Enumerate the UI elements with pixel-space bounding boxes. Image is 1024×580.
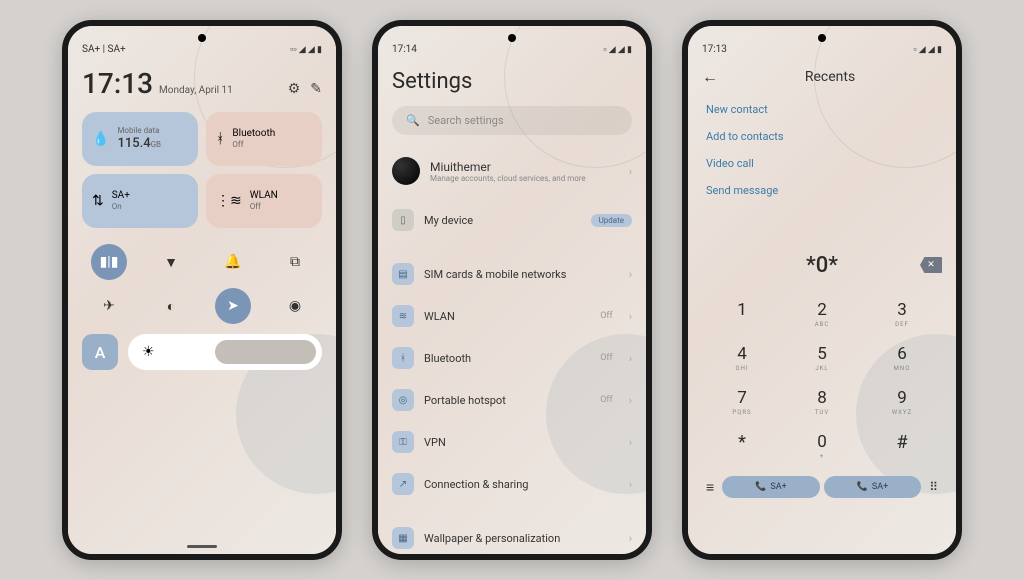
item-bluetooth[interactable]: ᚼ Bluetooth Off ›	[392, 337, 632, 379]
phone-icon: 📞	[755, 482, 766, 492]
sun-icon: ☀	[142, 344, 155, 360]
key-0[interactable]: 0+	[790, 426, 854, 466]
phone-settings: 17:14 ▫ ◢ ◢ ▮ Settings 🔍 Search settings…	[372, 20, 652, 560]
key-7[interactable]: 7PQRS	[710, 382, 774, 422]
status-icons: ▫ ◢ ◢ ▮	[913, 44, 942, 55]
menu-add-contacts[interactable]: Add to contacts	[706, 130, 938, 143]
status-icons: ▫ ◢ ◢ ▮	[603, 44, 632, 55]
item-vpn[interactable]: ⚿ VPN ›	[392, 421, 632, 463]
tile-sa[interactable]: ⇅ SA+ On	[82, 174, 198, 228]
page-title: Settings	[392, 69, 632, 94]
location-toggle[interactable]: ➤	[215, 288, 251, 324]
drag-handle[interactable]	[187, 545, 217, 548]
phone-dialer: 17:13 ▫ ◢ ◢ ▮ ← Recents New contact Add …	[682, 20, 962, 560]
status-time: 17:13	[702, 44, 727, 55]
wallpaper-icon: ▦	[392, 527, 414, 549]
chevron-right-icon: ›	[629, 352, 632, 365]
chevron-right-icon: ›	[629, 436, 632, 449]
key-6[interactable]: 6MNO	[870, 338, 934, 378]
tile-mobile-data[interactable]: 💧 Mobile data 115.4GB	[82, 112, 198, 166]
key-hash[interactable]: #	[870, 426, 934, 466]
key-5[interactable]: 5JKL	[790, 338, 854, 378]
bluetooth-icon: ᚼ	[392, 347, 414, 369]
menu-new-contact[interactable]: New contact	[706, 103, 938, 116]
key-8[interactable]: 8TUV	[790, 382, 854, 422]
item-my-device[interactable]: ▯ My device Update	[392, 199, 632, 241]
phone-icon: 📞	[857, 482, 868, 492]
share-icon: ↗	[392, 473, 414, 495]
settings-icon[interactable]: ⚙	[288, 81, 301, 97]
key-star[interactable]: *	[710, 426, 774, 466]
vibrate-toggle[interactable]: ▮|▮	[91, 244, 127, 280]
menu-icon[interactable]: ≡	[706, 479, 714, 496]
airplane-toggle[interactable]: ✈	[91, 288, 127, 324]
status-bar: 17:13 ▫ ◢ ◢ ▮	[702, 44, 942, 55]
dnd-toggle[interactable]: 🔔	[215, 244, 251, 280]
brightness-slider[interactable]: ☀	[128, 334, 322, 370]
avatar	[392, 157, 420, 185]
clock-date: Monday, April 11	[159, 85, 233, 96]
status-bar: SA+ | SA+ ▫▫ ◢ ◢ ▮	[82, 44, 322, 55]
hotspot-icon: ◎	[392, 389, 414, 411]
status-icons: ▫▫ ◢ ◢ ▮	[290, 44, 322, 55]
menu-send-message[interactable]: Send message	[706, 184, 938, 197]
flashlight-toggle[interactable]: ▼	[153, 244, 189, 280]
chevron-right-icon: ›	[629, 165, 632, 178]
chevron-right-icon: ›	[629, 394, 632, 407]
menu-video-call[interactable]: Video call	[706, 157, 938, 170]
phone-icon: ▯	[392, 209, 414, 231]
status-time: 17:14	[392, 44, 417, 55]
page-title: Recents	[738, 69, 922, 85]
phone-quicksettings: SA+ | SA+ ▫▫ ◢ ◢ ▮ 17:13 Monday, April 1…	[62, 20, 342, 560]
screenshot-toggle[interactable]: ⧉	[277, 244, 313, 280]
item-connection[interactable]: ↗ Connection & sharing ›	[392, 463, 632, 505]
chevron-right-icon: ›	[629, 268, 632, 281]
tile-wlan[interactable]: ⋮≋ WLAN Off	[206, 174, 322, 228]
search-icon: 🔍	[406, 114, 420, 127]
dialpad-icon[interactable]: ⠿	[929, 480, 938, 494]
item-wallpaper[interactable]: ▦ Wallpaper & personalization ›	[392, 517, 632, 554]
update-badge: Update	[591, 214, 632, 227]
auto-brightness-button[interactable]: A	[82, 334, 118, 370]
tile-bluetooth[interactable]: ᚼ Bluetooth Off	[206, 112, 322, 166]
search-input[interactable]: 🔍 Search settings	[392, 106, 632, 135]
status-carrier: SA+ | SA+	[82, 44, 126, 55]
clock-time: 17:13	[82, 67, 153, 100]
wifi-icon: ⋮≋	[216, 193, 242, 209]
key-2[interactable]: 2ABC	[790, 294, 854, 334]
account-row[interactable]: Miuithemer Manage accounts, cloud servic…	[392, 149, 632, 193]
call-sim1-button[interactable]: 📞SA+	[722, 476, 820, 498]
sim-icon: ▤	[392, 263, 414, 285]
key-1[interactable]: 1	[710, 294, 774, 334]
back-button[interactable]: ←	[702, 67, 718, 87]
water-drop-icon: 💧	[92, 131, 109, 147]
key-9[interactable]: 9WXYZ	[870, 382, 934, 422]
edit-icon[interactable]: ✎	[310, 81, 322, 97]
backspace-button[interactable]: ✕	[920, 257, 942, 273]
item-sim[interactable]: ▤ SIM cards & mobile networks ›	[392, 253, 632, 295]
chevron-right-icon: ›	[629, 532, 632, 545]
keypad: 1 2ABC 3DEF 4GHI 5JKL 6MNO 7PQRS 8TUV 9W…	[702, 294, 942, 466]
darkmode-toggle[interactable]: ◐	[153, 288, 189, 324]
chevron-right-icon: ›	[629, 478, 632, 491]
eye-toggle[interactable]: ◉	[277, 288, 313, 324]
wifi-icon: ≋	[392, 305, 414, 327]
status-bar: 17:14 ▫ ◢ ◢ ▮	[392, 44, 632, 55]
call-sim2-button[interactable]: 📞SA+	[824, 476, 922, 498]
vpn-icon: ⚿	[392, 431, 414, 453]
key-4[interactable]: 4GHI	[710, 338, 774, 378]
bluetooth-icon: ᚼ	[216, 131, 224, 147]
item-hotspot[interactable]: ◎ Portable hotspot Off ›	[392, 379, 632, 421]
item-wlan[interactable]: ≋ WLAN Off ›	[392, 295, 632, 337]
data-arrows-icon: ⇅	[92, 193, 104, 209]
chevron-right-icon: ›	[629, 310, 632, 323]
dial-display: *0* ✕	[702, 253, 942, 278]
key-3[interactable]: 3DEF	[870, 294, 934, 334]
